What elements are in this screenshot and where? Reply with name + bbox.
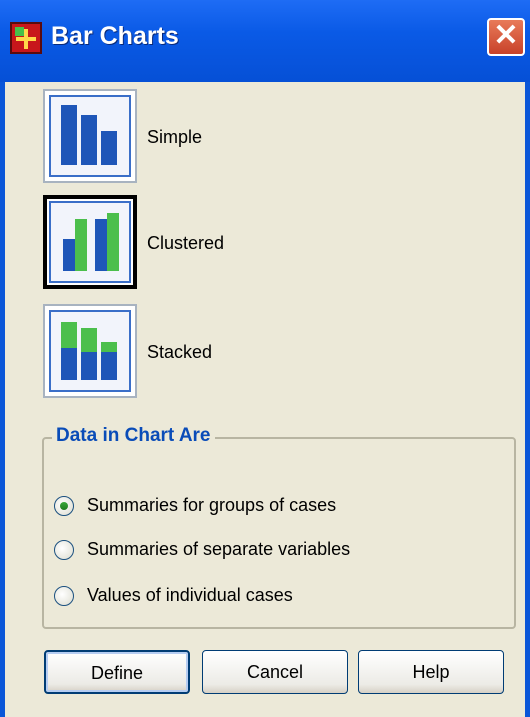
radio-button[interactable] (54, 496, 74, 516)
chart-type-label: Simple (147, 127, 203, 147)
simple-bar-chart-icon[interactable] (43, 89, 137, 183)
chart-type-simple[interactable]: Simple (43, 89, 530, 189)
radio-label: Values of individual cases (87, 585, 293, 605)
title-bar[interactable]: Bar Charts ✕ (0, 0, 530, 82)
app-icon (10, 22, 42, 54)
define-button[interactable]: Define (44, 650, 190, 694)
radio-button[interactable] (54, 540, 74, 560)
close-button[interactable]: ✕ (487, 18, 525, 56)
chart-type-label: Clustered (147, 233, 225, 253)
help-button[interactable]: Help (358, 650, 504, 694)
bar-charts-dialog: Bar Charts ✕ Simple Clustered Stacked Da… (0, 0, 530, 717)
radio-label: Summaries for groups of cases (87, 495, 337, 515)
window-title: Bar Charts (51, 22, 179, 50)
cancel-button[interactable]: Cancel (202, 650, 348, 694)
dialog-body: Simple Clustered Stacked Data in Chart A… (5, 82, 525, 717)
chart-type-label: Stacked (147, 342, 213, 362)
groupbox-title: Data in Chart Are (52, 425, 215, 447)
chart-type-stacked[interactable]: Stacked (43, 304, 530, 404)
stacked-bar-chart-icon[interactable] (43, 304, 137, 398)
radio-button[interactable] (54, 586, 74, 606)
chart-type-clustered[interactable]: Clustered (43, 195, 530, 295)
clustered-bar-chart-icon[interactable] (43, 195, 137, 289)
radio-label: Summaries of separate variables (87, 539, 351, 559)
